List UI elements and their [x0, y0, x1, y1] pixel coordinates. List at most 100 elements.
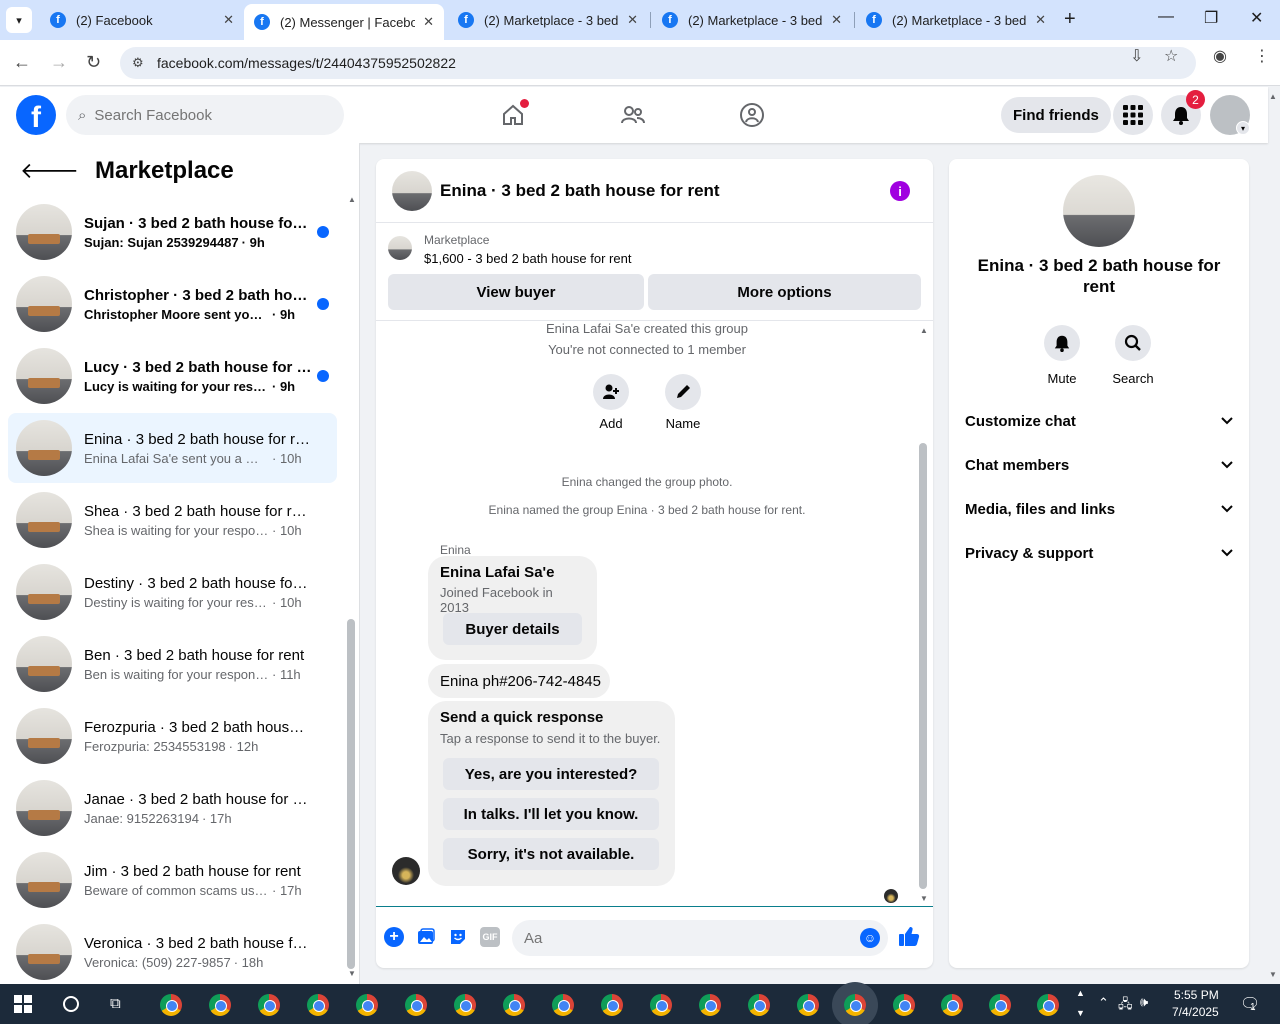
conversation-row[interactable]: Ferozpuria · 3 bed 2 bath house for rent… [8, 701, 337, 771]
chrome-taskbar-icon[interactable] [454, 994, 476, 1016]
chrome-taskbar-icon[interactable] [503, 994, 525, 1016]
install-app-icon[interactable]: ⇩ [1130, 46, 1143, 66]
thumbs-up-icon[interactable] [898, 925, 920, 953]
add-person-icon[interactable] [593, 374, 629, 410]
chrome-taskbar-icon[interactable] [893, 994, 915, 1016]
back-arrow-icon[interactable]: 🡐 [20, 158, 79, 184]
reload-icon[interactable]: ↻ [86, 52, 101, 73]
conversation-row[interactable]: Destiny · 3 bed 2 bath house for rent Des… [8, 557, 337, 627]
quick-response-not-available-button[interactable]: Sorry, it's not available. [443, 838, 659, 870]
conversation-row[interactable]: Shea · 3 bed 2 bath house for rent Shea i… [8, 485, 337, 555]
conversation-row[interactable]: Veronica · 3 bed 2 bath house for rent Ve… [8, 917, 337, 984]
search-input[interactable] [94, 106, 315, 124]
gif-icon[interactable]: GIF [480, 927, 500, 947]
chrome-taskbar-icon[interactable] [405, 994, 427, 1016]
scroll-up-arrow-icon[interactable]: ▲ [348, 195, 356, 204]
conversation-row[interactable]: Sujan · 3 bed 2 bath house for rent Sujan… [8, 197, 337, 267]
view-buyer-button[interactable]: View buyer [388, 274, 644, 310]
buyer-details-button[interactable]: Buyer details [443, 613, 582, 645]
quick-response-in-talks-button[interactable]: In talks. I'll let you know. [443, 798, 659, 830]
restore-icon[interactable]: ❐ [1204, 8, 1218, 28]
page-scroll-down-arrow-icon[interactable]: ▼ [1269, 970, 1277, 979]
cortana-search-icon[interactable] [63, 996, 79, 1012]
quick-response-yes-button[interactable]: Yes, are you interested? [443, 758, 659, 790]
friends-icon[interactable] [617, 99, 649, 131]
chrome-taskbar-icon[interactable] [941, 994, 963, 1016]
customize-chat-row[interactable]: Customize chat [965, 401, 1233, 441]
forward-icon[interactable]: → [50, 52, 68, 73]
task-view-icon[interactable]: ⧉ [110, 995, 121, 1012]
conversation-row[interactable]: Jim · 3 bed 2 bath house for rent Beware … [8, 845, 337, 915]
chat-group-avatar[interactable] [392, 171, 432, 211]
chevron-down-icon[interactable] [1221, 546, 1233, 560]
conversation-row[interactable]: Enina · 3 bed 2 bath house for rent Enina… [8, 413, 337, 483]
chrome-taskbar-icon[interactable] [797, 994, 819, 1016]
browser-tab-marketplace-3[interactable]: f (2) Marketplace - 3 bed 2 ✕ [856, 4, 1056, 36]
emoji-icon[interactable]: ☺ [860, 928, 880, 948]
browser-tab-messenger[interactable]: f (2) Messenger | Facebook ✕ [244, 4, 444, 40]
chrome-taskbar-icon[interactable] [1037, 994, 1059, 1016]
chrome-taskbar-icon[interactable] [307, 994, 329, 1016]
listing-price-title[interactable]: $1,600 - 3 bed 2 bath house for rent [424, 251, 631, 266]
plus-circle-icon[interactable]: + [384, 927, 404, 947]
tab-close-icon[interactable]: ✕ [423, 14, 434, 30]
sticker-icon[interactable] [448, 927, 468, 947]
chrome-taskbar-icon[interactable] [601, 994, 623, 1016]
volume-icon[interactable]: 🕪 [1140, 994, 1148, 1010]
chrome-taskbar-icon[interactable] [356, 994, 378, 1016]
chevron-down-icon[interactable] [1221, 414, 1233, 428]
browser-tab-marketplace-1[interactable]: f (2) Marketplace - 3 bed 2 ✕ [448, 4, 648, 36]
conversation-row[interactable]: Christopher · 3 bed 2 bath house for ren… [8, 269, 337, 339]
bell-icon[interactable] [1044, 325, 1080, 361]
new-tab-plus-icon[interactable]: + [1064, 8, 1076, 31]
facebook-logo-icon[interactable]: f [16, 95, 56, 135]
chrome-taskbar-icon[interactable] [748, 994, 770, 1016]
chat-members-row[interactable]: Chat members [965, 445, 1233, 485]
chat-title[interactable]: Enina · 3 bed 2 bath house for rent [440, 181, 720, 201]
photo-icon[interactable] [416, 927, 436, 947]
pencil-icon[interactable] [665, 374, 701, 410]
find-friends-button[interactable]: Find friends [1001, 97, 1111, 133]
conversation-row[interactable]: Janae · 3 bed 2 bath house for rent Janae… [8, 773, 337, 843]
chrome-taskbar-icon[interactable] [844, 994, 866, 1016]
tab-close-icon[interactable]: ✕ [627, 12, 638, 28]
tray-scroll-icon[interactable]: ▼ [1076, 1008, 1085, 1018]
back-icon[interactable]: ← [13, 52, 31, 73]
page-scroll-up-arrow-icon[interactable]: ▲ [1269, 92, 1277, 101]
close-window-icon[interactable]: ✕ [1250, 8, 1263, 28]
sidebar-scrollbar[interactable] [347, 619, 355, 969]
groups-icon[interactable] [736, 99, 768, 131]
clock-time[interactable]: 5:55 PM [1174, 988, 1219, 1002]
listing-thumbnail[interactable] [388, 236, 412, 260]
name-group-action[interactable]: Name [653, 374, 713, 431]
bookmark-star-icon[interactable]: ☆ [1164, 46, 1178, 66]
sender-avatar[interactable] [392, 857, 420, 885]
search-action[interactable]: Search [1103, 325, 1163, 386]
url-text[interactable]: facebook.com/messages/t/2440437595250282… [157, 55, 456, 71]
scroll-down-arrow-icon[interactable]: ▼ [920, 894, 928, 903]
chrome-taskbar-icon[interactable] [699, 994, 721, 1016]
info-icon[interactable]: i [890, 181, 910, 201]
scroll-up-arrow-icon[interactable]: ▲ [920, 326, 928, 335]
tab-close-icon[interactable]: ✕ [1035, 12, 1046, 28]
profile-icon[interactable]: ◉ [1213, 46, 1227, 66]
browser-tab-facebook[interactable]: f (2) Facebook ✕ [40, 4, 244, 36]
conversation-row[interactable]: Lucy · 3 bed 2 bath house for rent Lucy i… [8, 341, 337, 411]
privacy-support-row[interactable]: Privacy & support [965, 533, 1233, 573]
add-member-action[interactable]: Add [581, 374, 641, 431]
chrome-taskbar-icon[interactable] [209, 994, 231, 1016]
menu-grid-icon[interactable] [1113, 95, 1153, 135]
search-icon[interactable] [1115, 325, 1151, 361]
chevron-down-icon[interactable] [1221, 502, 1233, 516]
chrome-menu-icon[interactable]: ⋮ [1254, 46, 1270, 66]
chrome-taskbar-icon[interactable] [160, 994, 182, 1016]
browser-tab-marketplace-2[interactable]: f (2) Marketplace - 3 bed 2 ✕ [652, 4, 852, 36]
chevron-down-icon[interactable]: ▾ [1236, 121, 1250, 135]
chrome-taskbar-icon[interactable] [650, 994, 672, 1016]
chevron-down-icon[interactable] [1221, 458, 1233, 472]
info-group-avatar[interactable] [1063, 175, 1135, 247]
thread-scrollbar[interactable] [919, 443, 927, 889]
message-input[interactable] [524, 929, 844, 947]
tab-search-button[interactable]: ▾ [6, 7, 32, 33]
more-options-button[interactable]: More options [648, 274, 921, 310]
